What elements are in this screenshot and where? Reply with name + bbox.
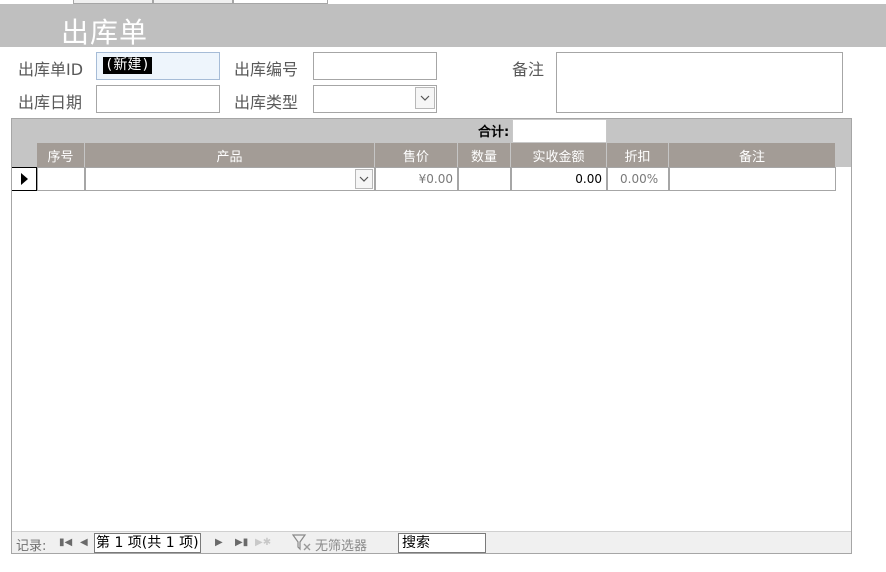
dropdown-arrow-icon — [420, 95, 430, 101]
product-dropdown-button[interactable] — [355, 169, 373, 189]
column-header-discount[interactable]: 折扣 — [607, 143, 669, 167]
filter-status-label[interactable]: 无筛选器 — [315, 535, 367, 554]
column-header-qty[interactable]: 数量 — [458, 143, 511, 167]
dropdown-arrow-icon — [359, 176, 369, 182]
new-record-icon[interactable]: ▶✱ — [255, 537, 271, 548]
outbound-number-label: 出库编号 — [234, 60, 299, 79]
record-position-field[interactable]: 第 1 项(共 1 项) — [94, 533, 201, 553]
remark-label: 备注 — [512, 60, 545, 79]
outbound-number-field[interactable] — [313, 52, 437, 80]
filter-off-icon[interactable] — [291, 534, 314, 552]
cell-qty[interactable] — [458, 167, 511, 191]
outbound-type-label: 出库类型 — [234, 93, 299, 112]
cell-amount[interactable]: 0.00 — [511, 167, 607, 191]
row-selector[interactable] — [12, 167, 37, 191]
cell-discount-value: 0.00% — [620, 172, 659, 186]
outbound-type-dropdown-button[interactable] — [415, 87, 435, 109]
column-header-product[interactable]: 产品 — [85, 143, 375, 167]
cell-discount[interactable]: 0.00% — [607, 167, 669, 191]
cell-seq[interactable] — [37, 167, 85, 191]
column-header-amount[interactable]: 实收金额 — [511, 143, 607, 167]
outbound-date-label: 出库日期 — [18, 93, 83, 112]
next-record-icon[interactable]: ▶ — [215, 537, 223, 548]
outbound-type-combo[interactable] — [313, 85, 437, 113]
outbound-id-label: 出库单ID — [18, 60, 84, 79]
details-subform: 合计: 序号 产品 售价 数量 实收金额 折扣 备注 ¥0.00 0.00 0.… — [11, 118, 852, 554]
column-header-price[interactable]: 售价 — [375, 143, 458, 167]
total-field[interactable] — [512, 119, 607, 143]
cell-amount-value: 0.00 — [575, 172, 602, 186]
form-header: 出库单 — [0, 4, 886, 49]
row-selector-icon — [21, 173, 28, 185]
cell-remark[interactable] — [669, 167, 836, 191]
outbound-id-value: (新建) — [103, 57, 152, 74]
form-title: 出库单 — [61, 16, 149, 49]
prev-record-icon[interactable]: ◀ — [80, 537, 88, 548]
remark-field[interactable] — [556, 52, 843, 113]
column-header-seq[interactable]: 序号 — [37, 143, 85, 167]
record-label: 记录: — [16, 539, 47, 554]
record-navigation-bar: 记录: ▮◀ ◀ 第 1 项(共 1 项) ▶ ▶▮ ▶✱ 无筛选器 搜索 — [12, 531, 851, 554]
search-input[interactable]: 搜索 — [398, 533, 486, 553]
outbound-date-field[interactable] — [96, 85, 220, 113]
outbound-id-field[interactable]: (新建) — [96, 52, 220, 80]
last-record-icon[interactable]: ▶▮ — [235, 537, 248, 548]
cell-product-combo[interactable] — [85, 167, 375, 191]
column-header-remark[interactable]: 备注 — [669, 143, 836, 167]
cell-price-value: ¥0.00 — [418, 172, 453, 186]
total-label: 合计: — [478, 125, 510, 140]
first-record-icon[interactable]: ▮◀ — [59, 537, 72, 548]
cell-price[interactable]: ¥0.00 — [375, 167, 458, 191]
subform-header: 合计: 序号 产品 售价 数量 实收金额 折扣 备注 — [12, 119, 851, 167]
